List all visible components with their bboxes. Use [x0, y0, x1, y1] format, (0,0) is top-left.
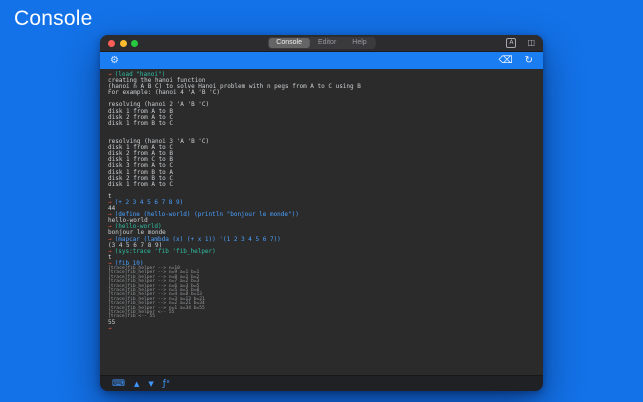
bottom-toolbar: ⌨ ▲ ▼ ƒˣ	[100, 375, 543, 391]
tab-help[interactable]: Help	[344, 38, 374, 48]
scroll-down-icon[interactable]: ▼	[148, 379, 153, 389]
scroll-up-icon[interactable]: ▲	[134, 379, 139, 389]
command-text: (+ 2 3 4 5 6 7 8 9)	[115, 199, 184, 206]
titlebar-icons: A ◫	[506, 38, 535, 48]
titlebar[interactable]: Console Editor Help A ◫	[100, 35, 543, 52]
close-button[interactable]	[108, 40, 115, 47]
tab-editor[interactable]: Editor	[310, 38, 344, 48]
window-tab-group: Console Editor Help	[267, 37, 375, 49]
console-line: →	[108, 326, 534, 332]
prompt-arrow-icon: →	[108, 325, 112, 332]
minimize-button[interactable]	[120, 40, 127, 47]
console-window: Console Editor Help A ◫ ⚙ ⌫ ↻ →(load "ha…	[100, 35, 543, 391]
console-output[interactable]: →(load "hanoi")creating the hanoi functi…	[100, 69, 543, 375]
tab-console[interactable]: Console	[268, 38, 310, 48]
desktop: { "page": { "title": "Console" }, "windo…	[0, 0, 643, 402]
zoom-button[interactable]	[131, 40, 138, 47]
settings-gear-icon[interactable]: ⚙	[110, 56, 119, 66]
traffic-lights	[108, 40, 138, 47]
toolbar-right-icons: ⌫ ↻	[498, 56, 533, 66]
page-title: Console	[14, 7, 92, 31]
sidebar-icon[interactable]: ◫	[527, 38, 535, 48]
keyboard-icon[interactable]: ⌨	[112, 379, 125, 389]
reload-icon[interactable]: ↻	[525, 56, 533, 66]
console-toolbar: ⚙ ⌫ ↻	[100, 52, 543, 69]
command-text: (sys:trace 'fib 'fib_helper)	[115, 248, 216, 255]
text-size-icon[interactable]: A	[506, 38, 516, 48]
clear-console-icon[interactable]: ⌫	[498, 56, 512, 66]
functions-icon[interactable]: ƒˣ	[163, 379, 170, 389]
